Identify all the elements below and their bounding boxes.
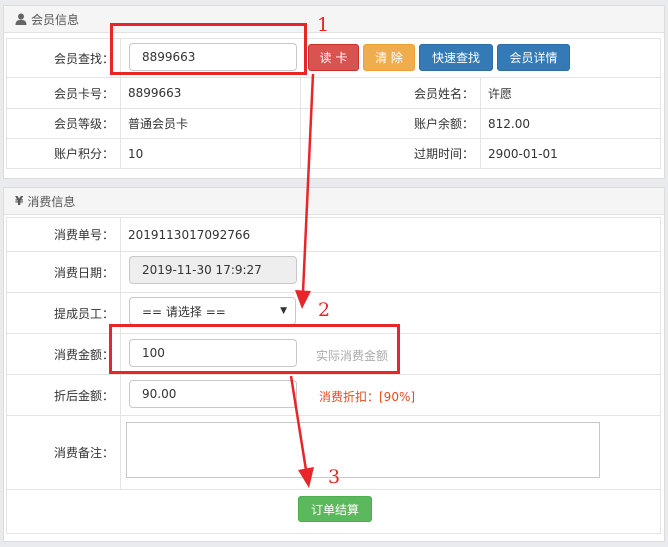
- order-no-label: 消费单号：: [6, 217, 121, 252]
- date-label: 消费日期：: [6, 251, 121, 293]
- clear-button[interactable]: 清 除: [363, 44, 415, 71]
- staff-select[interactable]: == 请选择 == ▼: [129, 297, 296, 325]
- balance-label: 账户余额：: [300, 108, 481, 139]
- expiry-value: 2900-01-01: [480, 138, 661, 169]
- annotation-number-3: 3: [328, 466, 341, 488]
- card-no-label: 会员卡号：: [6, 77, 121, 109]
- staff-label: 提成员工：: [6, 292, 121, 334]
- level-value: 普通会员卡: [120, 108, 301, 139]
- callout-box-search: [110, 23, 307, 75]
- checkout-button[interactable]: 订单结算: [298, 496, 372, 522]
- callout-box-amount: [109, 324, 400, 374]
- amount-label: 消费金额：: [6, 333, 121, 375]
- consume-date-input[interactable]: 2019-11-30 17:9:27: [129, 256, 297, 284]
- discounted-label: 折后金额：: [6, 374, 121, 416]
- user-icon: [15, 13, 27, 25]
- name-value: 许愿: [480, 77, 661, 109]
- quick-search-button[interactable]: 快速查找: [419, 44, 493, 71]
- chevron-down-icon: ▼: [280, 306, 287, 316]
- points-value: 10: [120, 138, 301, 169]
- staff-select-value: == 请选择 ==: [142, 304, 226, 319]
- member-panel-header: 会员信息: [4, 6, 664, 33]
- balance-value: 812.00: [480, 108, 661, 139]
- name-label: 会员姓名：: [300, 77, 481, 109]
- expiry-label: 过期时间：: [300, 138, 481, 169]
- discounted-input[interactable]: 90.00: [129, 380, 297, 408]
- member-panel-title: 会员信息: [31, 12, 80, 27]
- discount-rate: 消费折扣：[90%]: [319, 390, 416, 404]
- order-no-value: 2019113017092766: [120, 217, 661, 252]
- note-label: 消费备注：: [6, 415, 121, 490]
- note-textarea[interactable]: [126, 422, 600, 478]
- level-label: 会员等级：: [6, 108, 121, 139]
- consume-panel-header: ¥ 消费信息: [4, 188, 664, 215]
- yen-icon: ¥: [15, 194, 24, 208]
- consume-panel-title: 消费信息: [27, 194, 76, 209]
- points-label: 账户积分：: [6, 138, 121, 169]
- member-detail-button[interactable]: 会员详情: [497, 44, 570, 71]
- read-card-button[interactable]: 读 卡: [308, 44, 359, 71]
- annotation-number-1: 1: [317, 14, 330, 36]
- search-label: 会员查找：: [6, 38, 121, 78]
- card-no-value: 8899663: [120, 77, 301, 109]
- annotation-number-2: 2: [318, 299, 331, 321]
